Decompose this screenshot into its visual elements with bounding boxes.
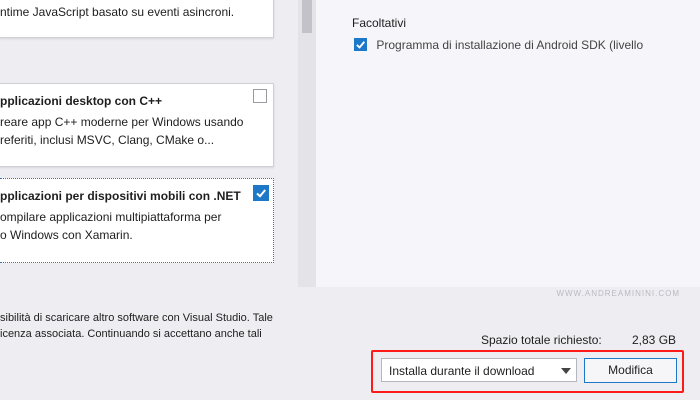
check-icon [356,41,366,49]
chevron-down-icon [561,368,571,374]
install-mode-value: Installa durante il download [389,364,535,378]
workload-title: pplicazioni per dispositivi mobili con .… [0,189,241,203]
optional-component-label: Programma di installazione di Android SD… [376,38,644,52]
total-space-value: 2,83 GB [632,333,677,347]
check-icon [256,189,266,198]
workload-card-nodejs[interactable]: ntime JavaScript basato su eventi asincr… [0,0,274,38]
workloads-panel: ntime JavaScript basato su eventi asincr… [0,0,290,287]
optional-checkbox[interactable] [354,38,367,51]
scrollbar-track[interactable] [298,0,316,287]
scrollbar-thumb[interactable] [302,0,312,33]
optional-component-item[interactable]: Programma di installazione di Android SD… [354,38,643,52]
workload-title: pplicazioni desktop con C++ [0,94,163,108]
installation-details-panel: Facoltativi Programma di installazione d… [316,0,700,287]
workload-description: ntime JavaScript basato su eventi asincr… [0,5,235,19]
workload-checkbox[interactable] [253,185,269,201]
watermark: WWW.ANDREAMININI.COM [556,289,680,298]
workload-description: ompilare applicazioni multipiattaforma p… [0,210,222,242]
workload-checkbox[interactable] [253,89,267,103]
license-notice: sibilità di scaricare altro software con… [0,312,273,340]
total-space-label: Spazio totale richiesto: [481,333,602,347]
install-mode-dropdown[interactable]: Installa durante il download [381,358,577,382]
workload-description: reare app C++ moderne per Windows usando… [0,115,244,147]
workload-card-cpp-desktop[interactable]: pplicazioni desktop con C++ reare app C+… [0,83,274,167]
workload-card-dotnet-mobile[interactable]: pplicazioni per dispositivi mobili con .… [0,178,274,263]
section-title-optional: Facoltativi [352,16,407,30]
modify-button[interactable]: Modifica [584,358,677,383]
